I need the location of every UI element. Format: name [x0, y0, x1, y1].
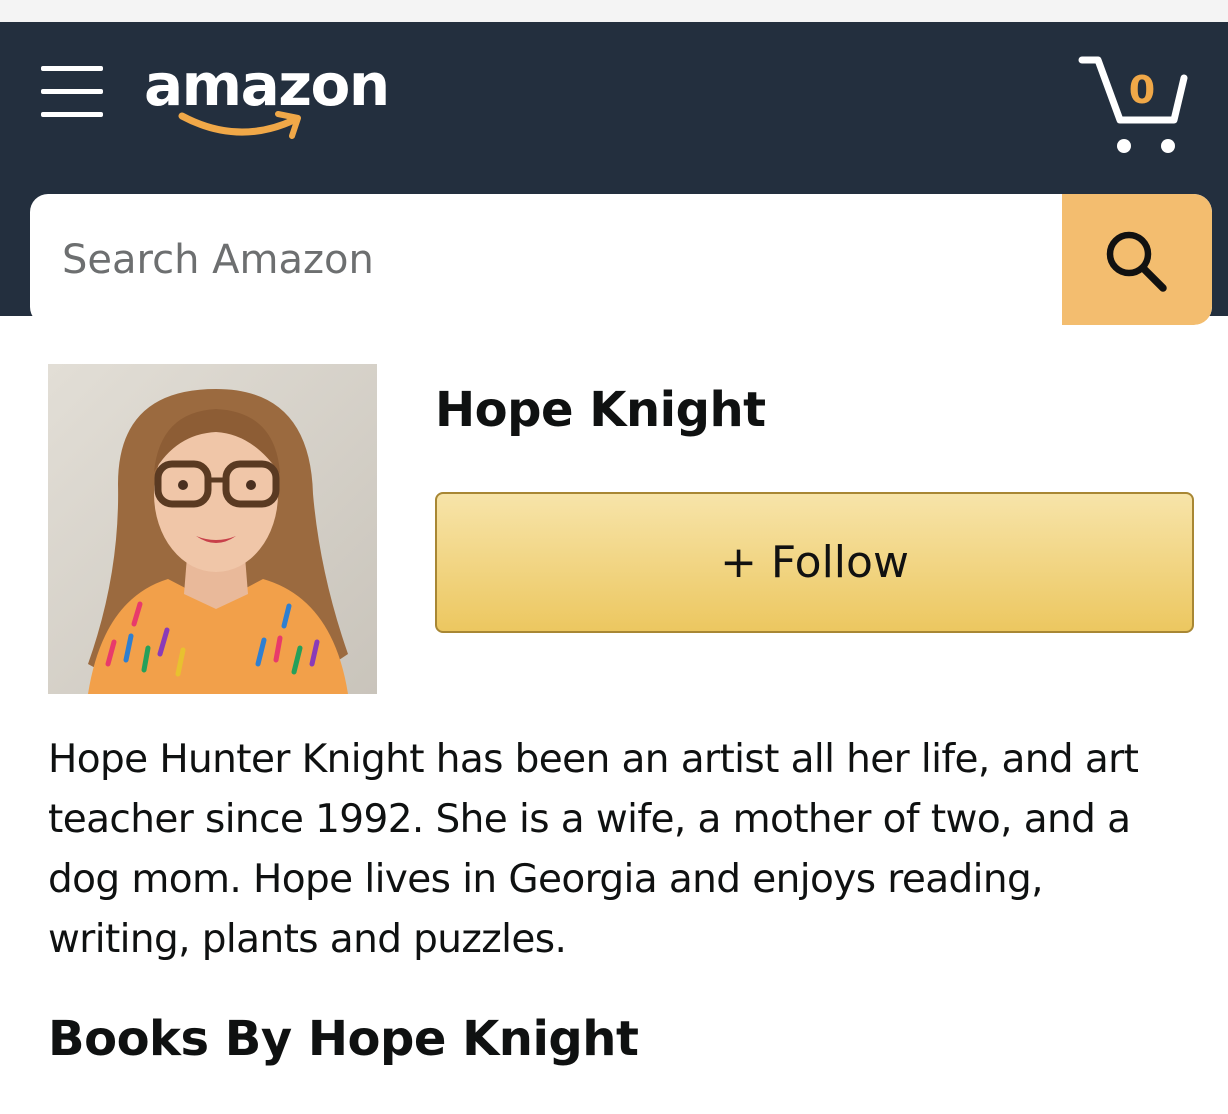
follow-button-label: + Follow — [720, 537, 909, 588]
search-button[interactable] — [1062, 194, 1212, 325]
author-photo — [48, 364, 377, 694]
search-icon — [1106, 231, 1167, 292]
author-portrait-image — [48, 364, 377, 694]
cart-count: 0 — [1128, 68, 1156, 112]
smile-arrow-icon — [178, 111, 301, 139]
cart-icon[interactable]: 0 — [1078, 50, 1190, 160]
follow-button[interactable]: + Follow — [435, 492, 1194, 633]
author-bio: Hope Hunter Knight has been an artist al… — [48, 737, 1139, 962]
menu-icon[interactable] — [41, 64, 103, 120]
amazon-logo[interactable]: amazon — [144, 50, 394, 150]
search-bar — [30, 194, 1212, 325]
books-section-title: Books By Hope Knight — [48, 1011, 639, 1067]
author-name: Hope Knight — [435, 382, 766, 438]
top-header: amazon 0 — [0, 22, 1228, 325]
status-strip — [0, 0, 1228, 22]
search-input[interactable] — [30, 194, 1062, 325]
